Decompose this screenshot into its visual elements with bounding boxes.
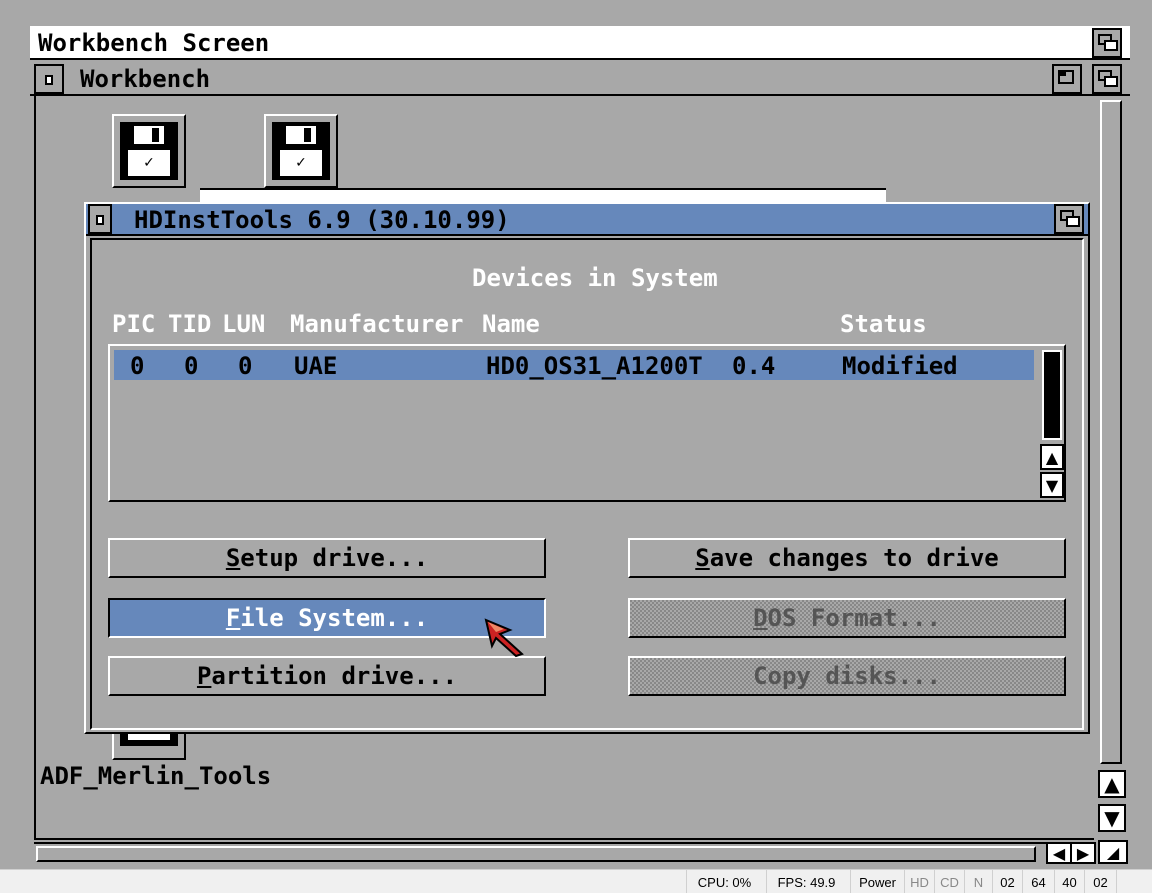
power-led: Power [850,870,904,893]
emulator-status-bar: CPU: 0% FPS: 49.9 Power HD CD N 02 64 40… [0,869,1152,893]
hdinsttools-window: HDInstTools 6.9 (30.10.99) Devices in Sy… [84,202,1090,734]
workbench-depth-icon[interactable] [1092,64,1122,94]
partition-drive-button[interactable]: Partition drive... [108,656,546,696]
hdinsttools-close-icon[interactable] [88,204,112,234]
device-manufacturer: UAE [294,352,338,380]
status-spacer [1116,870,1152,893]
scroll-right-icon[interactable]: ▶ [1070,842,1096,864]
device-revision: 0.4 [732,352,776,380]
scroll-up-icon[interactable]: ▲ [1098,770,1126,798]
hdinsttools-titlebar[interactable]: HDInstTools 6.9 (30.10.99) [86,204,1088,236]
dos-format-button[interactable]: D OS Format... [628,598,1066,638]
list-scrollbar[interactable]: ▲ ▼ [1040,348,1064,498]
list-scroll-knob[interactable] [1042,350,1062,440]
column-header-lun: LUN [222,310,266,338]
column-header-name: Name [482,310,540,338]
list-scroll-up-icon[interactable]: ▲ [1040,444,1064,470]
workbench-window-title: Workbench [80,65,211,93]
hdinsttools-depth-icon[interactable] [1054,204,1084,234]
df0-indicator: 02 [992,870,1022,893]
workbench-close-icon[interactable] [34,64,64,94]
column-header-pic: PIC [112,310,156,338]
device-name: HD0_OS31_A1200T [486,352,703,380]
device-status: Modified [842,352,958,380]
setup-drive-button[interactable]: Setup drive... [108,538,546,578]
workbench-vertical-scrollbar[interactable]: ▲ ▼ [1096,96,1128,840]
size-gadget-icon[interactable]: ◢ [1098,840,1128,864]
column-header-manufacturer: Manufacturer [290,310,464,338]
workbench-window-titlebar[interactable]: Workbench [30,62,1130,96]
device-list[interactable]: 0 0 0 UAE HD0_OS31_A1200T 0.4 Modified ▲… [108,344,1066,502]
scroll-down-icon[interactable]: ▼ [1098,804,1126,832]
table-row[interactable]: 0 0 0 UAE HD0_OS31_A1200T 0.4 Modified [114,350,1034,380]
column-header-tid: TID [168,310,212,338]
cd-led: CD [934,870,964,893]
n-indicator: N [964,870,992,893]
mouse-pointer-icon [484,618,524,658]
fps-indicator: FPS: 49.9 [766,870,846,893]
device-tid: 0 [184,352,199,380]
device-pic: 0 [130,352,145,380]
file-system-button[interactable]: File System... [108,598,546,638]
column-header-status: Status [840,310,927,338]
save-changes-button[interactable]: Save changes to drive [628,538,1066,578]
vertical-scroll-knob[interactable] [1100,100,1122,764]
hd-led: HD [904,870,934,893]
hdinsttools-title: HDInstTools 6.9 (30.10.99) [134,206,510,234]
workbench-horizontal-scrollbar[interactable]: ◀ ▶ [34,842,1096,864]
icon-label-adf-merlin-tools[interactable]: ADF_Merlin_Tools [40,764,271,788]
cpu-indicator: CPU: 0% [686,870,762,893]
df3-indicator: 02 [1084,870,1116,893]
screen-title: Workbench Screen [38,29,270,57]
screen-depth-icon[interactable] [1092,28,1122,58]
list-scroll-down-icon[interactable]: ▼ [1040,472,1064,498]
disk-icon-2[interactable]: ✓ [264,114,338,188]
disk-icon-1[interactable]: ✓ [112,114,186,188]
df2-indicator: 40 [1054,870,1084,893]
horizontal-scroll-knob[interactable] [36,846,1036,862]
devices-heading: Devices in System [472,264,718,292]
copy-disks-button[interactable]: Copy disks... [628,656,1066,696]
device-lun: 0 [238,352,253,380]
screen-title-bar[interactable]: Workbench Screen [30,26,1130,60]
workbench-zoom-icon[interactable] [1052,64,1082,94]
df1-indicator: 64 [1022,870,1054,893]
scroll-left-icon[interactable]: ◀ [1046,842,1072,864]
